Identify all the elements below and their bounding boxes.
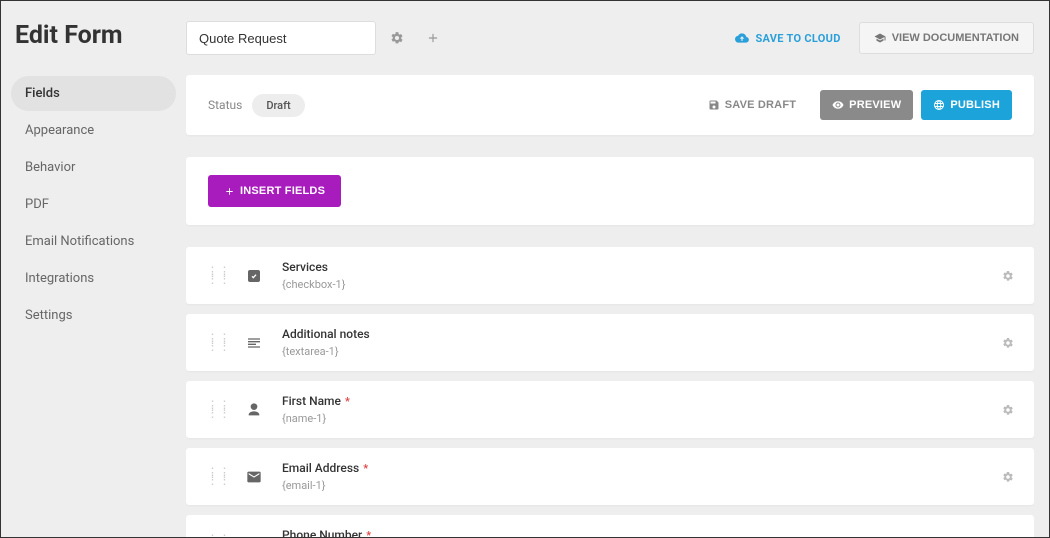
globe-icon xyxy=(933,99,945,111)
gear-icon[interactable] xyxy=(1002,270,1014,282)
field-list: ⋮⋮⋮⋮ Services {checkbox-1} ⋮⋮⋮⋮ Additional n… xyxy=(186,247,1034,537)
gear-icon[interactable] xyxy=(382,23,412,53)
textarea-icon xyxy=(244,333,264,353)
save-icon xyxy=(708,99,720,111)
required-star: * xyxy=(366,529,371,537)
field-label: Email Address* xyxy=(282,461,368,475)
sidebar-item-pdf[interactable]: PDF xyxy=(11,187,176,222)
status-bar: Status Draft SAVE DRAFT PREVIEW PUBLISH xyxy=(186,75,1034,135)
insert-fields-button[interactable]: INSERT FIELDS xyxy=(208,175,341,207)
gear-icon[interactable] xyxy=(1002,337,1014,349)
sidebar-item-fields[interactable]: Fields xyxy=(11,76,176,111)
view-documentation-button[interactable]: VIEW DOCUMENTATION xyxy=(859,22,1034,54)
required-star: * xyxy=(345,395,350,408)
sidebar-item-integrations[interactable]: Integrations xyxy=(11,261,176,296)
header-row: SAVE TO CLOUD VIEW DOCUMENTATION xyxy=(186,21,1034,55)
phone-icon xyxy=(244,534,264,538)
field-text: Additional notes {textarea-1} xyxy=(282,327,370,358)
sidebar-item-behavior[interactable]: Behavior xyxy=(11,150,176,185)
sidebar-nav: FieldsAppearanceBehaviorPDFEmail Notific… xyxy=(11,76,176,333)
field-label: First Name* xyxy=(282,394,350,408)
drag-handle-icon[interactable]: ⋮⋮⋮⋮ xyxy=(206,337,230,349)
save-cloud-label: SAVE TO CLOUD xyxy=(755,32,840,45)
field-text: Phone Number*{phone-1} xyxy=(282,528,371,537)
sidebar: Edit Form FieldsAppearanceBehaviorPDFEma… xyxy=(1,1,186,537)
publish-label: PUBLISH xyxy=(950,99,1000,111)
drag-handle-icon[interactable]: ⋮⋮⋮⋮ xyxy=(206,471,230,483)
graduation-icon xyxy=(874,32,886,44)
email-icon xyxy=(244,467,264,487)
required-star: * xyxy=(363,462,368,475)
insert-fields-label: INSERT FIELDS xyxy=(240,185,325,197)
status-value: Draft xyxy=(252,94,304,117)
gear-icon[interactable] xyxy=(1002,404,1014,416)
form-name-input[interactable] xyxy=(186,21,376,55)
field-row[interactable]: ⋮⋮⋮⋮ First Name* {name-1} xyxy=(186,381,1034,438)
app-root: Edit Form FieldsAppearanceBehaviorPDFEma… xyxy=(1,1,1049,537)
field-label: Additional notes xyxy=(282,327,370,341)
field-slug: {checkbox-1} xyxy=(282,278,345,291)
plus-icon[interactable] xyxy=(418,23,448,53)
plus-icon xyxy=(224,186,235,197)
drag-handle-icon[interactable]: ⋮⋮⋮⋮ xyxy=(206,270,230,282)
sidebar-item-appearance[interactable]: Appearance xyxy=(11,113,176,148)
person-icon xyxy=(244,400,264,420)
checkbox-icon xyxy=(244,266,264,286)
field-row[interactable]: ⋮⋮⋮⋮ Services {checkbox-1} xyxy=(186,247,1034,304)
status-label: Status xyxy=(208,98,242,112)
field-row[interactable]: ⋮⋮⋮⋮ Additional notes {textarea-1} xyxy=(186,314,1034,371)
field-slug: {textarea-1} xyxy=(282,345,370,358)
cloud-icon xyxy=(735,31,749,45)
field-slug: {name-1} xyxy=(282,412,350,425)
field-row[interactable]: ⋮⋮⋮⋮ Email Address* {email-1} xyxy=(186,448,1034,505)
page-title: Edit Form xyxy=(11,21,176,50)
drag-handle-icon[interactable]: ⋮⋮⋮⋮ xyxy=(206,404,230,416)
save-draft-button[interactable]: SAVE DRAFT xyxy=(696,90,808,120)
preview-label: PREVIEW xyxy=(849,99,901,111)
publish-button[interactable]: PUBLISH xyxy=(921,90,1012,120)
field-text: Services {checkbox-1} xyxy=(282,260,345,291)
eye-icon xyxy=(832,99,844,111)
field-row[interactable]: ⋮⋮⋮⋮Phone Number*{phone-1} xyxy=(186,515,1034,537)
gear-icon[interactable] xyxy=(1002,471,1014,483)
main: SAVE TO CLOUD VIEW DOCUMENTATION Status … xyxy=(186,1,1049,537)
field-slug: {email-1} xyxy=(282,479,368,492)
field-label: Services xyxy=(282,260,345,274)
field-label: Phone Number* xyxy=(282,528,371,537)
preview-button[interactable]: PREVIEW xyxy=(820,90,913,120)
sidebar-item-settings[interactable]: Settings xyxy=(11,298,176,333)
sidebar-item-email-notifications[interactable]: Email Notifications xyxy=(11,224,176,259)
save-draft-label: SAVE DRAFT xyxy=(725,99,796,111)
field-text: First Name* {name-1} xyxy=(282,394,350,425)
save-to-cloud-button[interactable]: SAVE TO CLOUD xyxy=(735,31,840,45)
field-text: Email Address* {email-1} xyxy=(282,461,368,492)
view-doc-label: VIEW DOCUMENTATION xyxy=(892,32,1019,44)
insert-fields-panel: INSERT FIELDS xyxy=(186,157,1034,225)
